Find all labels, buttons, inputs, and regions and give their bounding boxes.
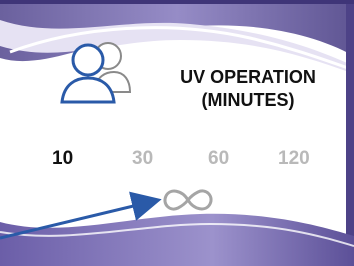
title-line-2: (MINUTES) — [201, 90, 295, 110]
duration-options: 10 30 60 120 — [40, 148, 340, 172]
panel-title: UV OPERATION (MINUTES) — [158, 66, 338, 112]
title-line-1: UV OPERATION — [180, 67, 316, 87]
infinity-icon[interactable] — [158, 180, 218, 220]
duration-option-120[interactable]: 120 — [278, 148, 310, 170]
user-profile-icon[interactable] — [56, 30, 136, 110]
uv-operation-panel: UV OPERATION (MINUTES) 10 30 60 120 — [0, 0, 354, 266]
panel-background — [0, 0, 354, 266]
duration-option-60[interactable]: 60 — [208, 148, 229, 170]
duration-option-10[interactable]: 10 — [52, 148, 73, 170]
duration-option-30[interactable]: 30 — [132, 148, 153, 170]
